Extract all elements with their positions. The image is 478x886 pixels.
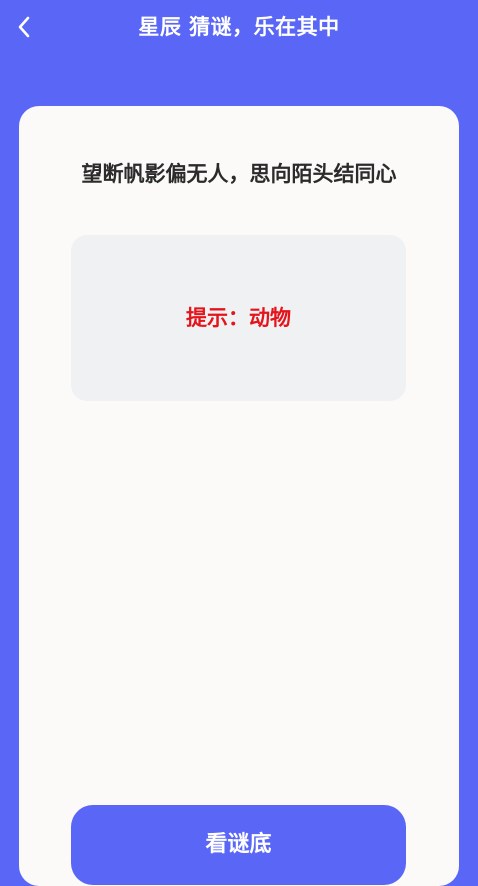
page-title: 星辰 猜谜，乐在其中 [138, 15, 340, 39]
riddle-text: 望断帆影偏无人，思向陌头结同心 [81, 162, 397, 186]
header: 星辰 猜谜，乐在其中 [0, 0, 478, 56]
hint-box: 提示：动物 [71, 235, 406, 401]
riddle-card: 望断帆影偏无人，思向陌头结同心 提示：动物 看谜底 [19, 106, 459, 886]
reveal-answer-label: 看谜底 [205, 831, 272, 856]
reveal-answer-button[interactable]: 看谜底 [71, 805, 406, 885]
hint-text: 提示：动物 [186, 306, 291, 330]
